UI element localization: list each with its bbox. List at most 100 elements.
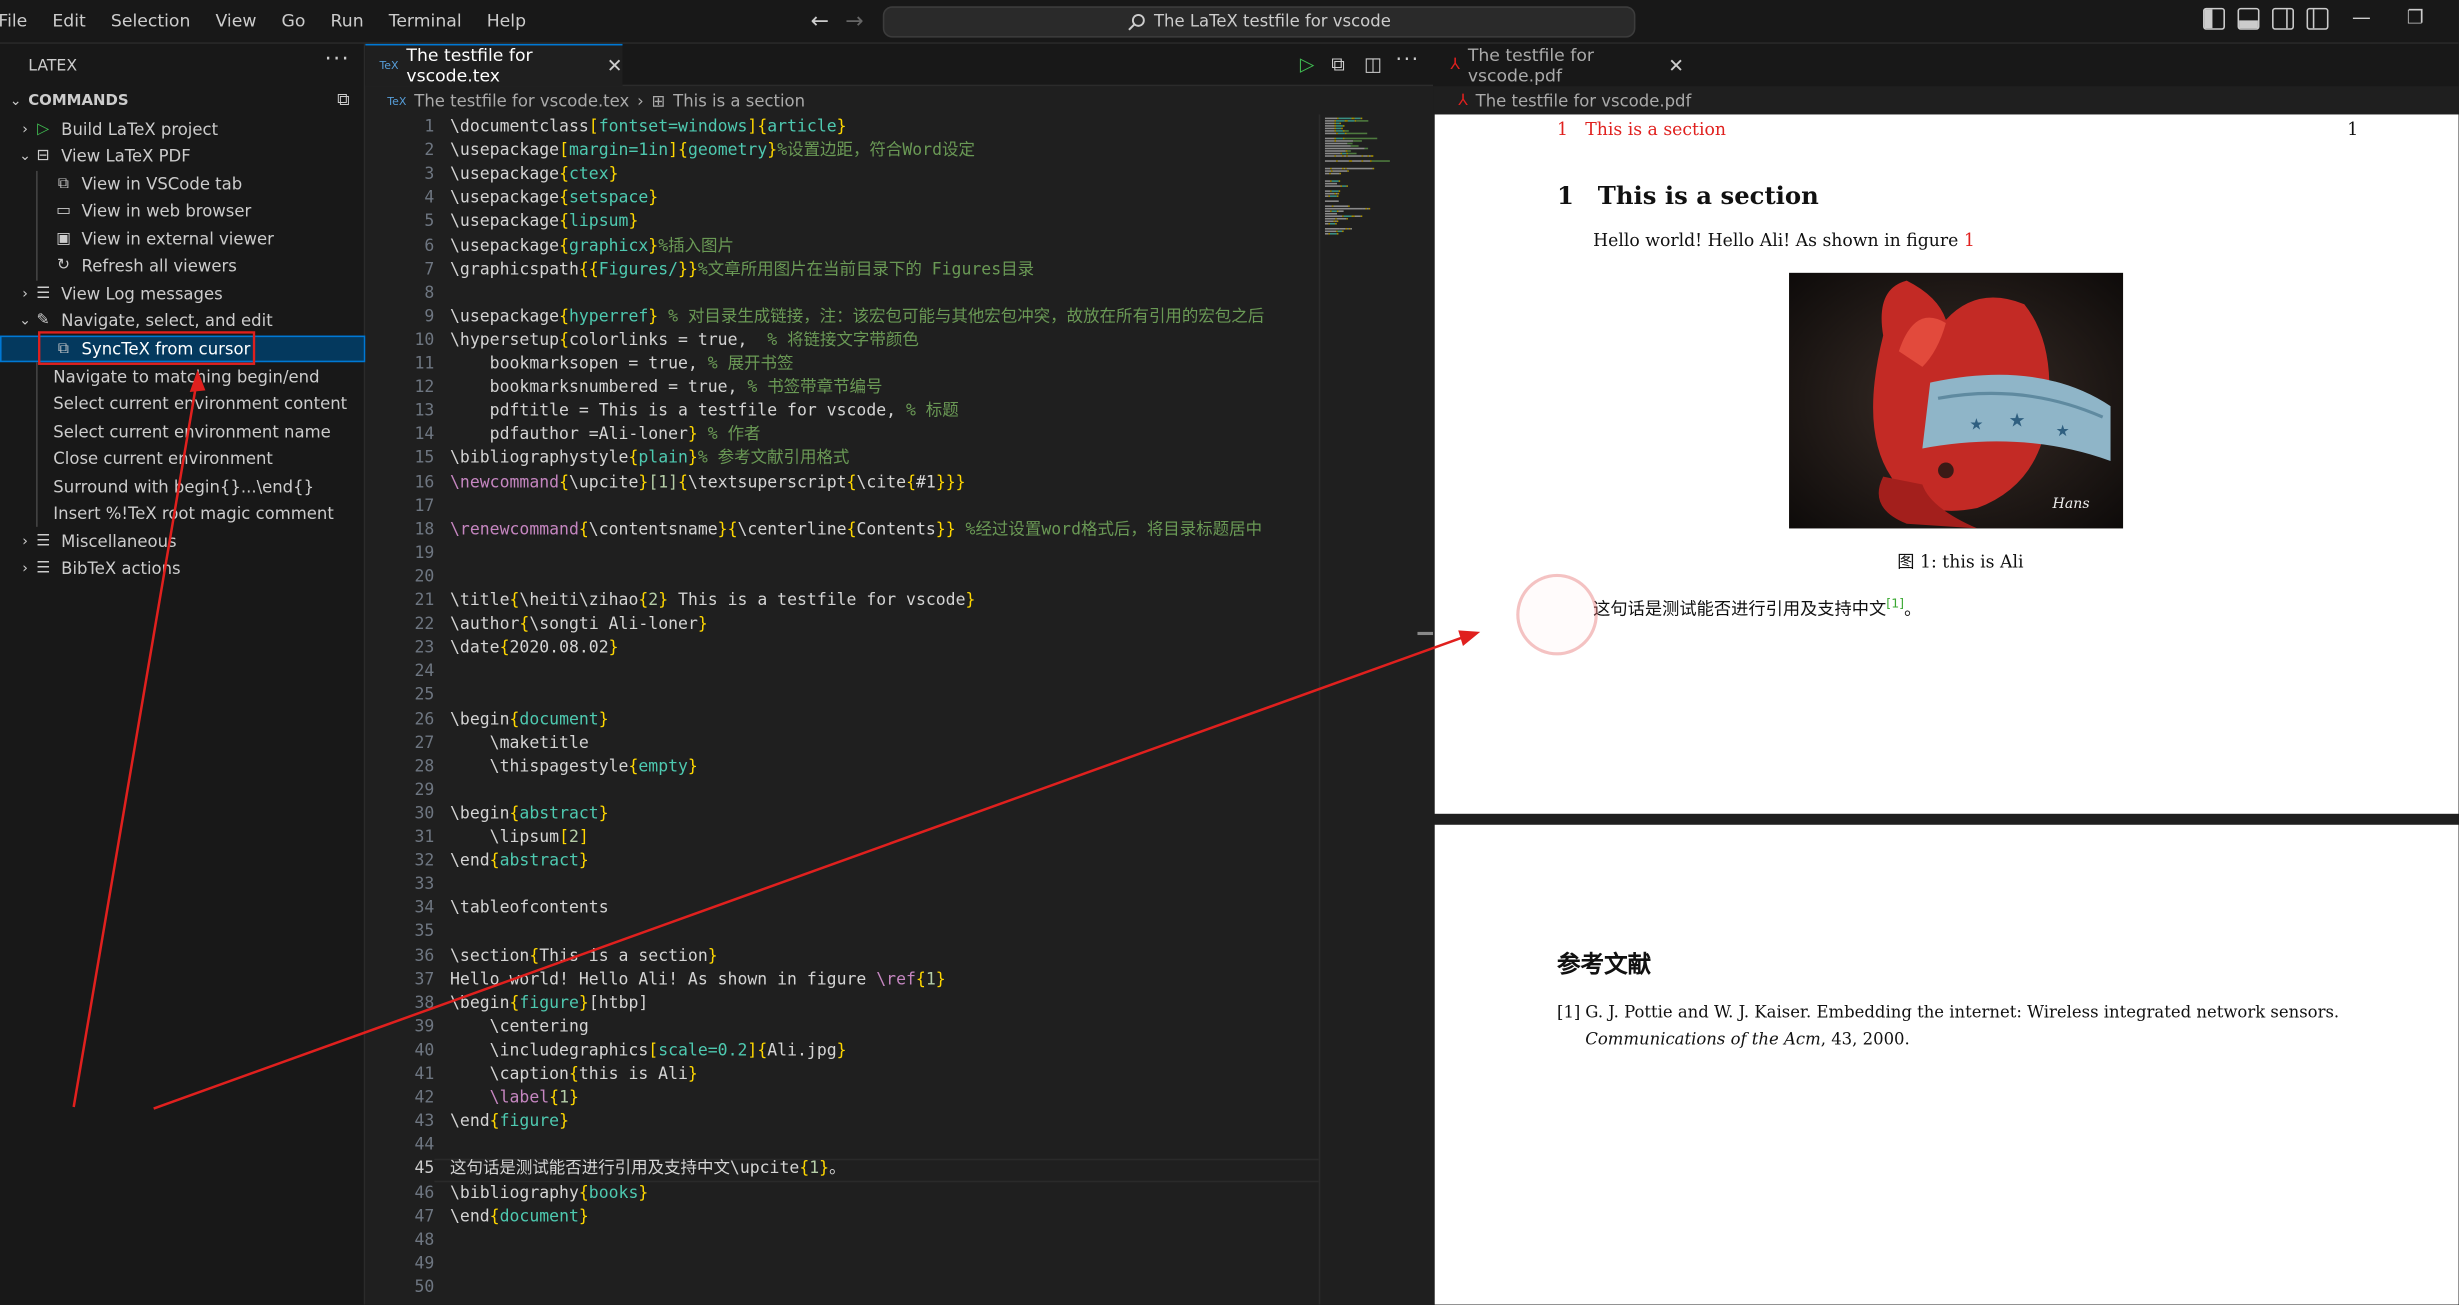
code-line[interactable]: \end{document} <box>450 1205 589 1229</box>
code-line[interactable]: \usepackage{setspace} <box>450 187 658 211</box>
more-actions-icon[interactable]: ··· <box>325 47 351 72</box>
code-line[interactable]: \usepackage{hyperref} % 对目录生成链接，注：该宏包可能与… <box>450 305 1264 329</box>
code-line[interactable]: \begin{figure}[htbp] <box>450 992 648 1016</box>
sidebar-item-synctex[interactable]: ⧉ SyncTeX from cursor <box>0 335 366 363</box>
close-icon[interactable]: ✕ <box>607 55 623 77</box>
code-line[interactable]: \caption{this is Ali} <box>450 1063 698 1087</box>
code-line[interactable]: bookmarksnumbered = true, % 书签带章节编号 <box>450 376 883 400</box>
sidebar-item-log[interactable]: › ☰ View Log messages <box>0 281 365 308</box>
code-line[interactable]: \label{1} <box>450 1087 579 1111</box>
sidebar-item-navigate[interactable]: ⌄ ✎ Navigate, select, and edit <box>0 307 365 334</box>
code-line[interactable]: \bibliographystyle{plain}% 参考文献引用格式 <box>450 447 849 471</box>
preview-icon[interactable]: ⧉ <box>1331 53 1344 77</box>
menu-terminal[interactable]: Terminal <box>376 0 474 44</box>
code-line[interactable]: \newcommand{\upcite}[1]{\textsuperscript… <box>450 471 966 495</box>
code-line[interactable]: \author{\songti Ali-loner} <box>450 613 708 637</box>
code-line[interactable]: Hello world! Hello Ali! As shown in figu… <box>450 968 946 992</box>
toggle-primary-sidebar-icon[interactable] <box>2203 7 2225 30</box>
sidebar-item-view-pdf[interactable]: ⌄ ⊟ View LaTeX PDF <box>0 143 365 170</box>
code-line[interactable]: pdftitle = This is a testfile for vscode… <box>450 400 959 424</box>
minimap[interactable] <box>1318 114 1422 1305</box>
breadcrumb-file[interactable]: The testfile for vscode.pdf <box>1476 92 1692 111</box>
code-token: \begin <box>450 993 510 1013</box>
sidebar-item-select-env-name[interactable]: Select current environment name <box>0 419 365 446</box>
sidebar-item-build[interactable]: › ▷ Build LaTeX project <box>0 116 365 143</box>
back-arrow-icon[interactable]: ← <box>811 9 829 34</box>
minimap-line <box>1348 160 1351 162</box>
menu-help[interactable]: Help <box>474 0 538 44</box>
sidebar-item-misc[interactable]: › ☰ Miscellaneous <box>0 528 365 555</box>
sidebar-item-view-browser[interactable]: ▭ View in web browser <box>0 198 365 225</box>
code-line[interactable]: \section{This is a section} <box>450 945 718 969</box>
restore-icon[interactable]: ❐ <box>2407 6 2424 28</box>
citation-link[interactable]: [1] <box>1886 596 1904 610</box>
sidebar-item-surround[interactable]: Surround with begin{}...\end{} <box>0 474 365 501</box>
running-header-number[interactable]: 1 <box>1557 119 1568 139</box>
code-line[interactable]: \begin{abstract} <box>450 803 609 827</box>
code-line[interactable]: \usepackage[margin=1in]{geometry}%设置边距，符… <box>450 140 975 164</box>
page-number: 1 <box>2347 119 2359 140</box>
menu-run[interactable]: Run <box>318 0 376 44</box>
breadcrumb-file[interactable]: The testfile for vscode.tex <box>414 92 629 111</box>
code-line[interactable]: bookmarksopen = true, % 展开书签 <box>450 353 794 377</box>
commands-section-header[interactable]: ⌄ COMMANDS <box>0 88 365 115</box>
code-token: \ref <box>876 969 916 989</box>
code-line[interactable]: pdfauthor =Ali-loner} % 作者 <box>450 424 761 448</box>
menu-go[interactable]: Go <box>269 0 318 44</box>
menu-selection[interactable]: Selection <box>98 0 203 44</box>
code-line[interactable]: \includegraphics[scale=0.2]{Ali.jpg} <box>450 1039 847 1063</box>
minimap-line <box>1334 192 1337 195</box>
tab-pdf-file[interactable]: ⅄ The testfile for vscode.pdf ✕ <box>1433 44 1684 86</box>
sidebar-item-view-vscode-tab[interactable]: ⧉ View in VSCode tab <box>0 171 365 198</box>
code-line[interactable]: \lipsum[2] <box>450 826 589 850</box>
code-line[interactable]: \thispagestyle{empty} <box>450 755 698 779</box>
running-header-title[interactable]: This is a section <box>1585 119 1726 139</box>
minimize-icon[interactable]: — <box>2352 6 2371 28</box>
collapse-all-icon[interactable]: ⧉ <box>337 89 349 111</box>
code-line[interactable]: \title{\heiti\zihao{2} This is a testfil… <box>450 590 975 614</box>
code-line[interactable]: \end{abstract} <box>450 850 589 874</box>
code-line[interactable]: \usepackage{graphicx}%插入图片 <box>450 234 734 258</box>
editor-sash[interactable] <box>1417 631 1434 636</box>
sidebar-item-refresh-viewers[interactable]: ↻ Refresh all viewers <box>0 252 365 279</box>
split-editor-icon[interactable]: ◫ <box>1364 53 1382 75</box>
code-line[interactable]: \date{2020.08.02} <box>450 637 619 661</box>
sidebar-item-magic-comment[interactable]: Insert %!TeX root magic comment <box>0 500 365 527</box>
sidebar-item-select-env-content[interactable]: Select current environment content <box>0 390 365 417</box>
code-line[interactable]: \graphicspath{{Figures/}}%文章所用图片在当前目录下的 … <box>450 258 1034 282</box>
more-actions-icon[interactable]: ··· <box>1396 49 1420 73</box>
minimap-line <box>1338 180 1341 182</box>
code-line[interactable]: \hypersetup{colorlinks = true, % 将链接文字带颜… <box>450 329 919 353</box>
close-icon[interactable]: ✕ <box>1668 54 1684 76</box>
code-line[interactable]: \centering <box>450 1016 589 1040</box>
code-line[interactable]: 这句话是测试能否进行引用及支持中文\upcite{1}。 <box>450 1158 846 1182</box>
code-token: ] <box>747 117 758 137</box>
sidebar-item-bibtex[interactable]: › ☰ BibTeX actions <box>0 555 365 582</box>
chevron-right-icon: › <box>22 286 28 302</box>
menu-view[interactable]: View <box>203 0 269 44</box>
code-token: #1 <box>916 472 936 492</box>
menu-file[interactable]: File <box>0 0 40 44</box>
code-line[interactable]: \maketitle <box>450 732 589 756</box>
toggle-panel-icon[interactable] <box>2237 7 2260 30</box>
menu-edit[interactable]: Edit <box>40 0 99 44</box>
code-line[interactable]: \end{figure} <box>450 1110 569 1134</box>
code-line[interactable]: \usepackage{ctex} <box>450 163 619 187</box>
sidebar-item-match-begin-end[interactable]: Navigate to matching begin/end <box>0 364 365 391</box>
toggle-secondary-sidebar-icon[interactable] <box>2272 7 2294 30</box>
sidebar-item-close-env[interactable]: Close current environment <box>0 445 365 472</box>
code-line[interactable]: \documentclass[fontset=windows]{article} <box>450 116 847 140</box>
figure-reference-link[interactable]: 1 <box>1964 230 1975 250</box>
code-line[interactable]: \bibliography{books} <box>450 1181 648 1205</box>
forward-arrow-icon[interactable]: → <box>845 9 863 34</box>
command-center[interactable]: The LaTeX testfile for vscode <box>882 6 1636 38</box>
code-line[interactable]: \tableofcontents <box>450 897 609 921</box>
sidebar-item-view-external[interactable]: ▣ View in external viewer <box>0 226 365 253</box>
code-line[interactable]: \begin{document} <box>450 708 609 732</box>
breadcrumb-symbol[interactable]: This is a section <box>673 92 805 111</box>
code-line[interactable]: \usepackage{lipsum} <box>450 211 638 235</box>
play-icon[interactable]: ▷ <box>1300 53 1314 75</box>
tab-tex-file[interactable]: TeX The testfile for vscode.tex ✕ <box>365 43 623 87</box>
customize-layout-icon[interactable] <box>2306 7 2329 30</box>
code-line[interactable]: \renewcommand{\contentsname}{\centerline… <box>450 519 1262 543</box>
